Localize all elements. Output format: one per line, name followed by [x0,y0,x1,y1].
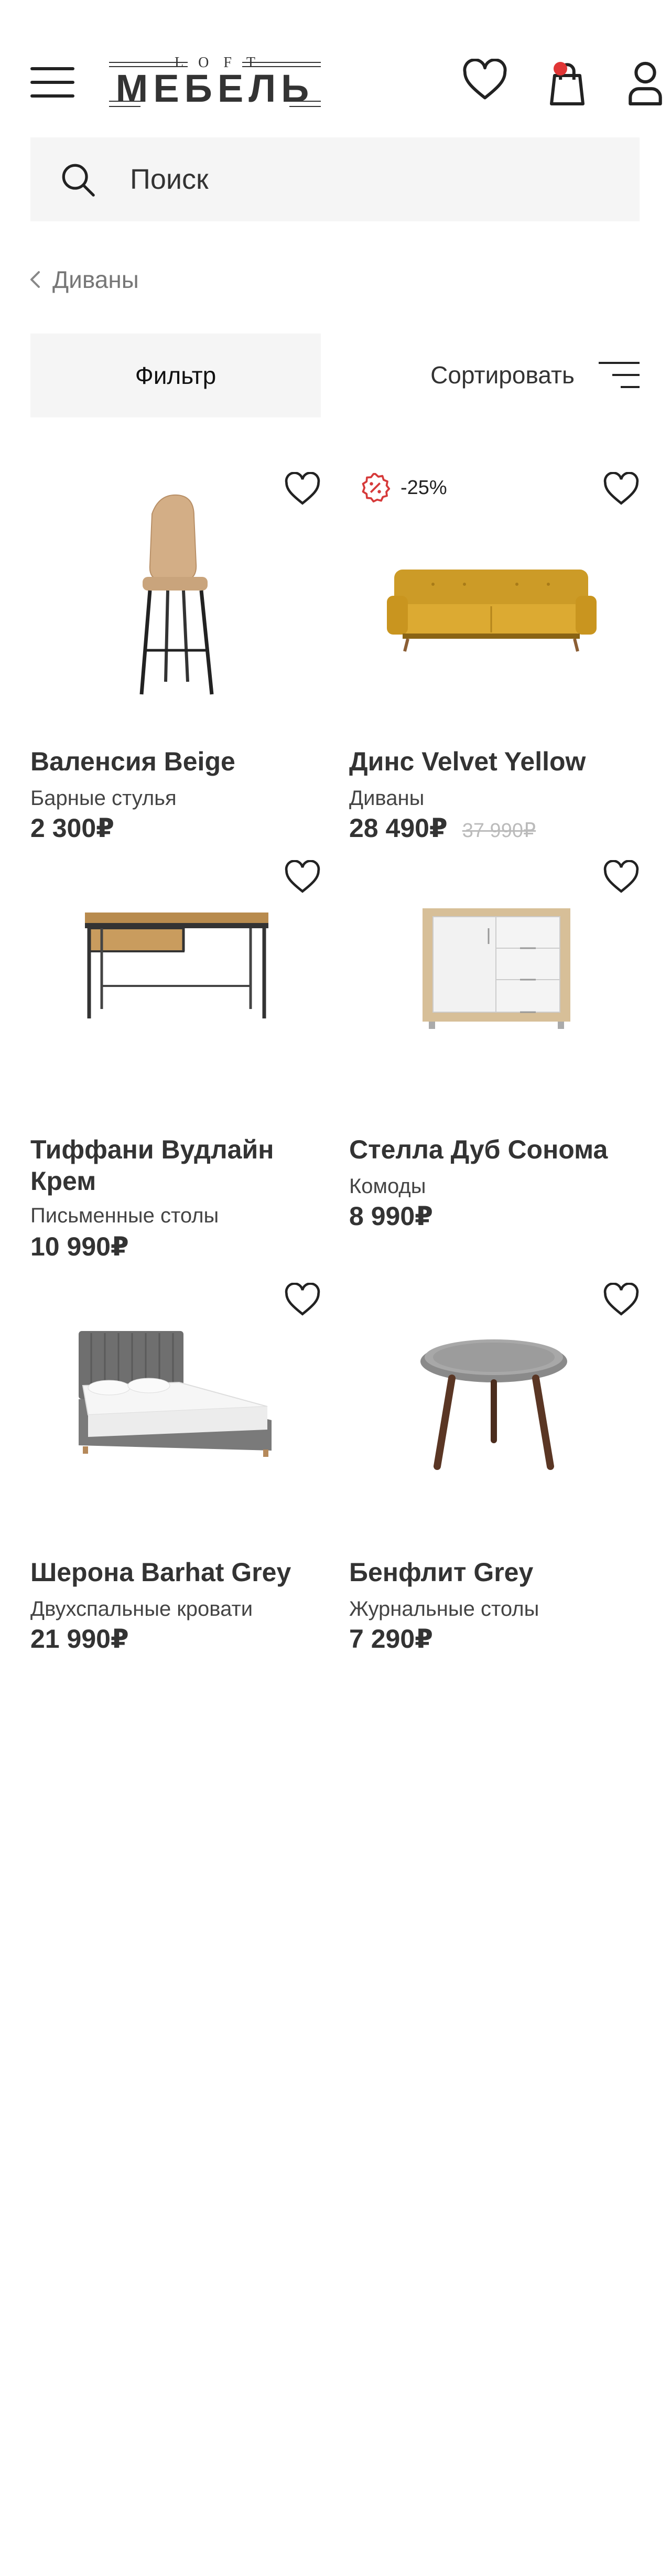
favorite-heart-icon[interactable] [603,471,640,506]
product-title[interactable]: Тиффани Вудлайн Крем [30,1134,324,1197]
discount-badge: -25% [360,472,447,503]
product-category: Барные стулья [30,787,177,810]
product-price-current: 28 490₽ [349,813,448,843]
logo[interactable]: LOFT МЕБЕЛЬ [109,56,321,108]
breadcrumb-label: Диваны [52,266,139,293]
product-image[interactable] [349,1283,640,1529]
product-image[interactable] [30,472,321,718]
product-card[interactable]: Шерона Barhat Grey Двухспальные кровати … [30,1282,324,1654]
product-title[interactable]: Валенсия Beige [30,746,324,777]
discount-percent-icon [362,473,391,503]
product-title[interactable]: Динс Velvet Yellow [349,746,643,777]
cart-notification-dot [554,62,567,76]
product-card[interactable]: Стелла Дуб Сонома Комоды 8 990₽ [349,860,643,1231]
product-category: Диваны [349,787,425,810]
favorite-heart-icon[interactable] [603,1282,640,1316]
product-price: 28 490₽ 37 990₽ [349,813,536,843]
product-card[interactable]: Тиффани Вудлайн Крем Письменные столы 10… [30,860,324,1261]
product-image[interactable] [30,860,321,1107]
header: LOFT МЕБЕЛЬ [0,0,671,136]
filter-button[interactable]: Фильтр [30,334,321,417]
product-price: 10 990₽ [30,1232,129,1261]
favorite-heart-icon[interactable] [284,1282,321,1316]
discount-label: -25% [401,476,447,499]
product-image[interactable] [349,860,640,1107]
product-price-old: 37 990₽ [462,820,536,842]
favorite-heart-icon[interactable] [284,860,321,894]
search-input[interactable] [130,158,602,200]
product-price: 2 300₽ [30,813,114,843]
user-icon[interactable] [628,61,663,109]
product-card[interactable]: -25% Динс Velvet Yellow Диваны 28 490₽ 37… [349,471,643,843]
product-price: 7 290₽ [349,1624,433,1654]
sort-label: Сортировать [430,361,575,389]
product-image[interactable] [30,1283,321,1529]
product-title[interactable]: Бенфлит Grey [349,1557,643,1588]
favorite-heart-icon[interactable] [603,860,640,894]
sort-button[interactable]: Сортировать [419,346,640,404]
product-card[interactable]: Бенфлит Grey Журнальные столы 7 290₽ [349,1282,643,1654]
menu-icon[interactable] [30,67,74,99]
product-category: Письменные столы [30,1204,219,1227]
product-price: 21 990₽ [30,1624,129,1654]
product-category: Комоды [349,1175,426,1198]
product-category: Журнальные столы [349,1597,539,1620]
heart-icon[interactable] [461,58,508,103]
search-icon[interactable] [60,162,96,198]
breadcrumb[interactable]: Диваны [29,261,139,298]
product-price: 8 990₽ [349,1201,433,1231]
search-bar [30,137,640,221]
product-category: Двухспальные кровати [30,1597,253,1620]
product-image[interactable] [349,472,640,718]
product-title[interactable]: Шерона Barhat Grey [30,1557,324,1588]
favorite-heart-icon[interactable] [284,471,321,506]
chevron-left-icon [30,271,40,288]
product-title[interactable]: Стелла Дуб Сонома [349,1134,643,1165]
sort-lines-icon [599,362,640,388]
product-card[interactable]: Валенсия Beige Барные стулья 2 300₽ [30,471,324,843]
